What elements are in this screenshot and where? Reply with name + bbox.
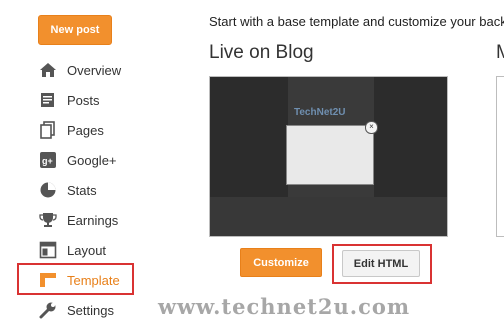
stats-icon — [38, 180, 58, 200]
sidebar-item-label: Layout — [67, 242, 107, 258]
sidebar-item-settings[interactable]: Settings — [38, 299, 168, 321]
preview-blog-logo: TechNet2U — [294, 107, 346, 118]
sidebar-item-label: Stats — [67, 182, 97, 198]
svg-text:g+: g+ — [42, 156, 53, 166]
sidebar-item-pages[interactable]: Pages — [38, 119, 168, 141]
new-post-button[interactable]: New post — [38, 15, 112, 45]
preview-background-image — [210, 197, 447, 236]
live-template-preview[interactable]: TechNet2U × — [209, 76, 448, 237]
template-highlight-box — [17, 263, 134, 295]
layout-icon — [38, 240, 58, 260]
customize-button[interactable]: Customize — [240, 248, 322, 277]
mobile-template-preview[interactable] — [496, 76, 504, 237]
wrench-icon — [38, 300, 58, 320]
sidebar-item-stats[interactable]: Stats — [38, 179, 168, 201]
sidebar-item-label: Posts — [67, 92, 100, 108]
edit-html-button[interactable]: Edit HTML — [342, 250, 420, 277]
preview-popup — [286, 125, 374, 185]
sidebar-item-earnings[interactable]: Earnings — [38, 209, 168, 231]
live-on-blog-heading: Live on Blog — [209, 42, 314, 63]
sidebar-item-label: Earnings — [67, 212, 119, 228]
google-plus-icon: g+ — [38, 150, 58, 170]
sidebar-item-posts[interactable]: Posts — [38, 89, 168, 111]
sidebar-item-google-plus[interactable]: g+ Google+ — [38, 149, 168, 171]
sidebar-item-label: Overview — [67, 62, 122, 78]
template-intro-text: Start with a base template and customize… — [209, 14, 504, 29]
sidebar-item-overview[interactable]: Overview — [38, 59, 168, 81]
sidebar-item-label: Settings — [67, 302, 114, 318]
sidebar-item-label: Pages — [67, 122, 104, 138]
watermark: www.technet2u.com — [158, 294, 411, 319]
home-icon — [38, 60, 58, 80]
sidebar: New post Overview Posts Pages g+ Google+… — [0, 0, 190, 321]
pages-icon — [38, 120, 58, 140]
posts-icon — [38, 90, 58, 110]
close-icon[interactable]: × — [365, 121, 378, 134]
trophy-icon — [38, 210, 58, 230]
sidebar-item-layout[interactable]: Layout — [38, 239, 168, 261]
sidebar-item-label: Google+ — [67, 152, 117, 168]
mobile-heading-partial: M — [496, 42, 504, 63]
